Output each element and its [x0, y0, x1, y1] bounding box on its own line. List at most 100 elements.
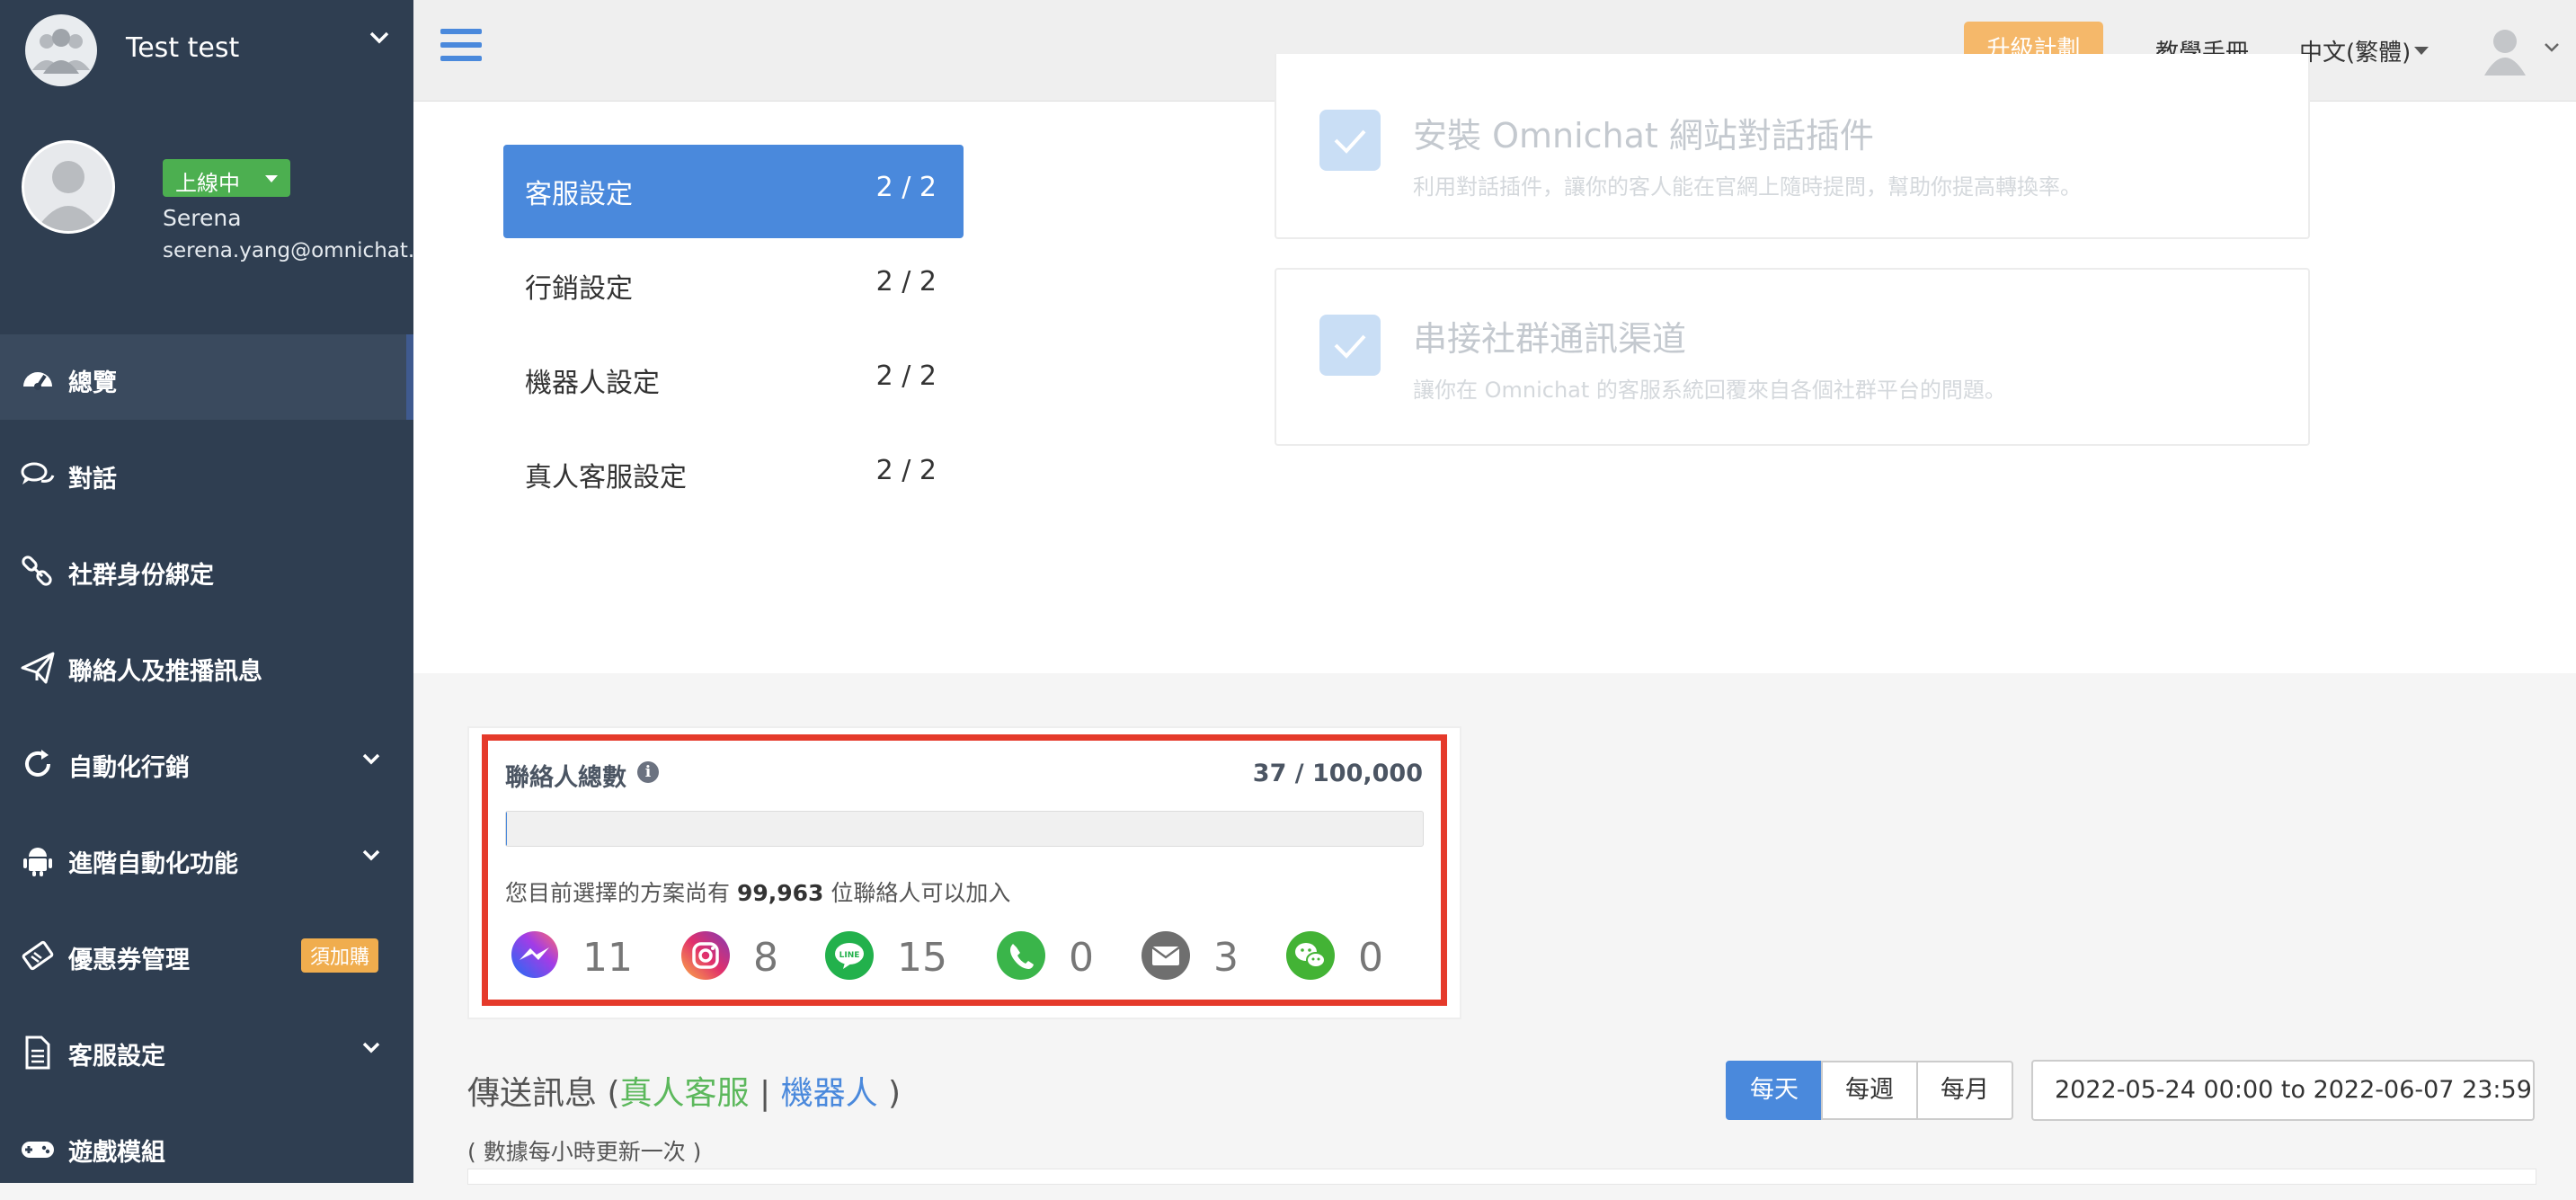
language-select[interactable]: 中文(繁體) [2299, 34, 2411, 67]
user-avatar[interactable] [2481, 25, 2529, 76]
date-range-input[interactable]: 2022-05-24 00:00 to 2022-06-07 23:59 [2031, 1060, 2535, 1121]
sidebar-item-label: 對話 [68, 459, 117, 494]
email-icon [1140, 929, 1192, 982]
dashboard-icon [20, 361, 56, 397]
messages-section-title: 傳送訊息 (真人客服 | 機器人 ) [467, 1067, 901, 1114]
channel-count: 11 [582, 935, 633, 981]
contacts-usage-bar [505, 811, 1424, 847]
ticket-icon [20, 938, 56, 974]
sidebar-item-label: 客服設定 [68, 1036, 165, 1071]
channel-count: 3 [1213, 935, 1239, 981]
sidebar-item-label: 總覽 [68, 363, 117, 398]
wechat-icon [1284, 929, 1337, 982]
remaining-suffix: 位聯絡人可以加入 [831, 880, 1010, 906]
sidebar-item-label: 自動化行銷 [68, 748, 190, 783]
bracket-open: ( [607, 1075, 619, 1112]
setup-category-list: 客服設定 2 / 2 行銷設定 2 / 2 機器人設定 2 / 2 真人客服設定… [503, 145, 964, 522]
human-agent-link[interactable]: 真人客服 [620, 1075, 750, 1112]
task-description: 利用對話插件，讓你的客人能在官網上隨時提問，幫助你提高轉換率。 [1413, 169, 2082, 200]
chevron-down-icon [361, 751, 381, 769]
setup-item-marketing[interactable]: 行銷設定 2 / 2 [503, 239, 964, 333]
sidebar-item-coupons[interactable]: 優惠券管理 須加購 [0, 911, 413, 1008]
update-frequency-note: ( 數據每小時更新一次 ) [467, 1134, 701, 1167]
sidebar-item-label: 遊戲模組 [68, 1133, 165, 1168]
menu-toggle-icon[interactable] [440, 29, 482, 67]
messenger-icon [509, 929, 561, 982]
svg-text:LINE: LINE [839, 951, 860, 960]
sidebar-item-social-binding[interactable]: 社群身份綁定 [0, 527, 413, 623]
period-daily-button[interactable]: 每天 [1726, 1061, 1823, 1120]
addon-required-badge: 須加購 [301, 938, 378, 973]
sidebar-item-label: 社群身份綁定 [68, 556, 214, 591]
setup-item-label: 行銷設定 [525, 266, 633, 306]
chevron-down-icon [369, 31, 390, 49]
setup-item-label: 機器人設定 [525, 360, 660, 400]
sidebar-item-contacts-broadcast[interactable]: 聯絡人及推播訊息 [0, 623, 413, 719]
sidebar-item-game-module[interactable]: 遊戲模組 [0, 1104, 413, 1200]
setup-item-progress: 2 / 2 [876, 266, 937, 298]
check-icon [1319, 315, 1381, 376]
channel-count: 15 [897, 935, 947, 981]
contacts-remaining-text: 您目前選擇的方案尚有 99,963 位聯絡人可以加入 [505, 876, 1010, 908]
channel-count: 8 [753, 935, 778, 981]
info-icon[interactable]: i [637, 761, 659, 783]
period-monthly-button[interactable]: 每月 [1916, 1061, 2013, 1120]
period-weekly-button[interactable]: 每週 [1821, 1061, 1918, 1120]
task-card-connect-channels[interactable]: 串接社群通訊渠道 讓你在 Omnichat 的客服系統回覆來自各個社群平台的問題… [1275, 268, 2310, 446]
chevron-down-icon[interactable] [2544, 40, 2560, 57]
bot-link[interactable]: 機器人 [781, 1075, 878, 1112]
file-text-icon [20, 1035, 56, 1071]
sidebar: Test test 上線中 Serena serena.yang@omnicha… [0, 0, 413, 1183]
sidebar-item-chat[interactable]: 對話 [0, 431, 413, 527]
link-icon [20, 554, 56, 590]
setup-item-live-agent[interactable]: 真人客服設定 2 / 2 [503, 428, 964, 521]
profile-name: Serena [163, 205, 242, 231]
profile-avatar [22, 140, 115, 234]
workspace-name: Test test [126, 32, 239, 64]
setup-item-progress: 2 / 2 [876, 455, 937, 486]
line-icon: LINE [823, 929, 875, 982]
remaining-prefix: 您目前選擇的方案尚有 [505, 880, 730, 906]
sidebar-item-automation[interactable]: 自動化行銷 [0, 719, 413, 815]
caret-down-icon [2414, 47, 2429, 55]
contacts-total-count: 37 / 100,000 [1253, 760, 1423, 787]
android-icon [20, 842, 56, 878]
setup-item-progress: 2 / 2 [876, 172, 937, 203]
task-title: 串接社群通訊渠道 [1413, 311, 1686, 360]
channel-count: 0 [1069, 935, 1094, 981]
profile-email: serena.yang@omnichat.ai [163, 239, 433, 262]
chevron-down-icon [361, 848, 381, 865]
setup-item-label: 客服設定 [525, 172, 633, 211]
paper-plane-icon [20, 650, 56, 686]
instagram-icon [680, 929, 732, 982]
separator: | [759, 1075, 770, 1112]
sidebar-item-label: 進階自動化功能 [68, 844, 238, 879]
sidebar-item-advanced-automation[interactable]: 進階自動化功能 [0, 815, 413, 911]
status-label: 上線中 [175, 165, 240, 197]
sidebar-nav: 總覽 對話 社群身份綁定 聯絡人及推播訊息 自動化行銷 [0, 334, 413, 1200]
chevron-down-icon [361, 1040, 381, 1057]
sidebar-item-service-settings[interactable]: 客服設定 [0, 1008, 413, 1104]
messages-title-text: 傳送訊息 [467, 1075, 597, 1112]
remaining-value: 99,963 [737, 880, 823, 906]
messages-chart-panel [467, 1169, 2536, 1185]
refresh-icon [20, 746, 56, 782]
status-dropdown[interactable]: 上線中 [163, 159, 290, 197]
task-card-install-widget[interactable]: 安裝 Omnichat 網站對話插件 利用對話插件，讓你的客人能在官網上隨時提問… [1275, 54, 2310, 239]
contacts-total-title: 聯絡人總數 [505, 758, 626, 793]
setup-item-progress: 2 / 2 [876, 360, 937, 392]
task-description: 讓你在 Omnichat 的客服系統回覆來自各個社群平台的問題。 [1413, 372, 2006, 404]
check-icon [1319, 110, 1381, 171]
chat-icon [20, 458, 56, 493]
setup-item-customer-service[interactable]: 客服設定 2 / 2 [503, 145, 964, 238]
sidebar-item-overview[interactable]: 總覽 [0, 334, 413, 420]
setup-item-bot[interactable]: 機器人設定 2 / 2 [503, 333, 964, 427]
channel-count: 0 [1358, 935, 1383, 981]
sidebar-item-label: 優惠券管理 [68, 940, 190, 975]
task-title: 安裝 Omnichat 網站對話插件 [1413, 108, 1874, 157]
setup-item-label: 真人客服設定 [525, 455, 687, 494]
whatsapp-icon [995, 929, 1047, 982]
gamepad-icon [20, 1131, 56, 1167]
workspace-avatar [25, 14, 97, 86]
workspace-switcher[interactable]: Test test [0, 0, 413, 101]
